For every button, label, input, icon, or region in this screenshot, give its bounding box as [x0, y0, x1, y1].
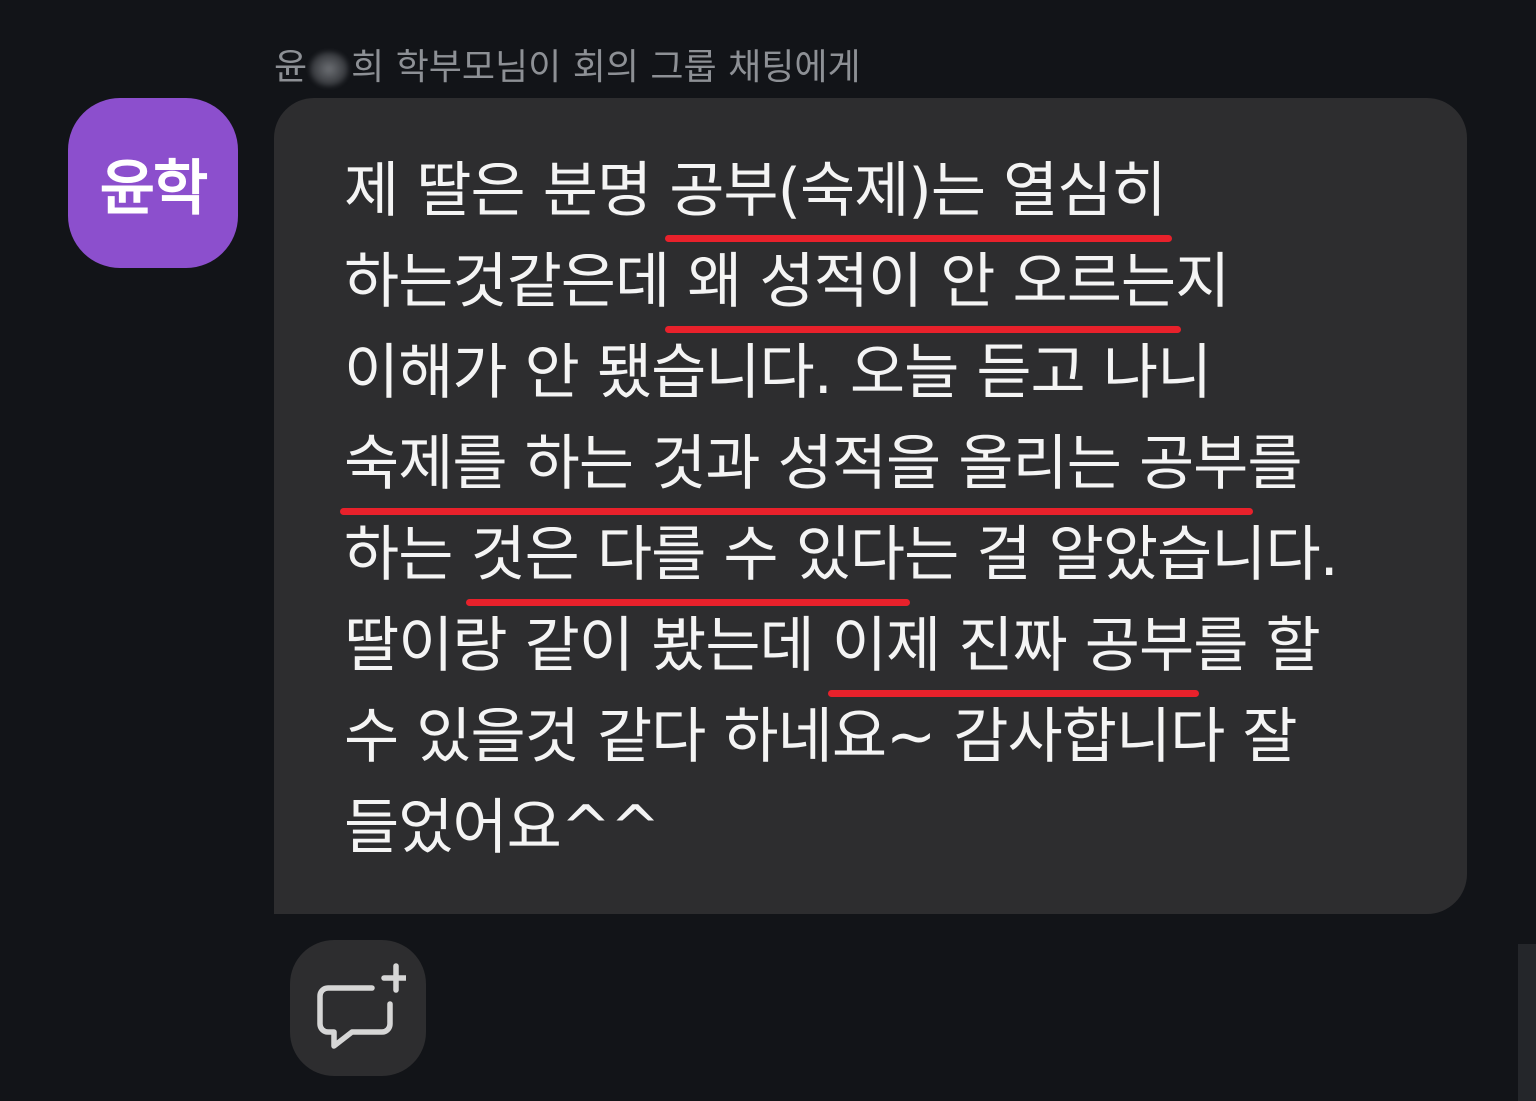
message-line: 하는것같은데 왜 성적이 안 오르는지	[344, 237, 1444, 328]
redacted-name-blur	[309, 51, 350, 87]
message-text-segment: 제 딸은 분명	[344, 156, 670, 226]
message-text-segment: 들었어요^^	[344, 793, 660, 863]
sender-line: 윤 희 학부모님이 회의 그룹 채팅에게	[274, 38, 861, 90]
underlined-phrase: 것은 다를 수 있다	[470, 520, 905, 590]
message-line: 수 있을것 같다 하네요~ 감사합니다 잘	[344, 692, 1444, 783]
scrollbar-track[interactable]	[1518, 944, 1536, 1101]
message-line: 숙제를 하는 것과 성적을 올리는 공부를	[344, 419, 1444, 510]
message-line: 딸이랑 같이 봤는데 이제 진짜 공부를 할	[344, 601, 1444, 692]
add-reply-button[interactable]	[290, 940, 426, 1076]
message-line: 들었어요^^	[344, 783, 1444, 874]
message-line: 이해가 안 됐습니다. 오늘 듣고 나니	[344, 328, 1444, 419]
chat-screen: 윤 희 학부모님이 회의 그룹 채팅에게 윤학 제 딸은 분명 공부(숙제)는 열…	[0, 0, 1536, 1101]
message-text-segment: 하는것같은데	[344, 247, 670, 317]
avatar-label: 윤학	[99, 153, 208, 224]
underlined-phrase: 이제 진짜 공부	[831, 611, 1194, 681]
message-text-segment: 딸이랑 같이 봤는데	[344, 611, 832, 681]
message-text-segment: 지	[1175, 247, 1230, 317]
underlined-phrase: 왜 성적이 안 오르는	[669, 247, 1176, 317]
avatar[interactable]: 윤학	[68, 98, 238, 268]
underlined-phrase: 숙제를 하는 것과 성적을 올리는 공부	[344, 429, 1248, 499]
underlined-phrase: 공부(숙제)는 열심히	[669, 156, 1166, 226]
message-text-segment: 이해가 안 됐습니다. 오늘 듣고 나니	[344, 338, 1212, 408]
message-line: 하는 것은 다를 수 있다는 걸 알았습니다.	[344, 510, 1444, 601]
message-text: 제 딸은 분명 공부(숙제)는 열심히 하는것같은데 왜 성적이 안 오르는지 이해…	[344, 146, 1444, 874]
message-bubble[interactable]: 제 딸은 분명 공부(숙제)는 열심히 하는것같은데 왜 성적이 안 오르는지 이해…	[274, 98, 1467, 914]
message-text-segment: 하는	[344, 520, 471, 590]
sender-name-prefix: 윤	[274, 47, 308, 88]
message-text-segment: 수 있을것 같다 하네요~ 감사합니다 잘	[344, 702, 1298, 772]
add-comment-icon	[317, 963, 406, 1049]
message-line: 제 딸은 분명 공부(숙제)는 열심히	[344, 146, 1444, 237]
message-text-segment: 를	[1247, 429, 1302, 499]
message-text-segment: 를 할	[1193, 611, 1320, 681]
message-text-segment: 는 걸 알았습니다.	[904, 520, 1339, 590]
sender-name-suffix: 희 학부모님이 회의 그룹 채팅에게	[351, 47, 861, 88]
